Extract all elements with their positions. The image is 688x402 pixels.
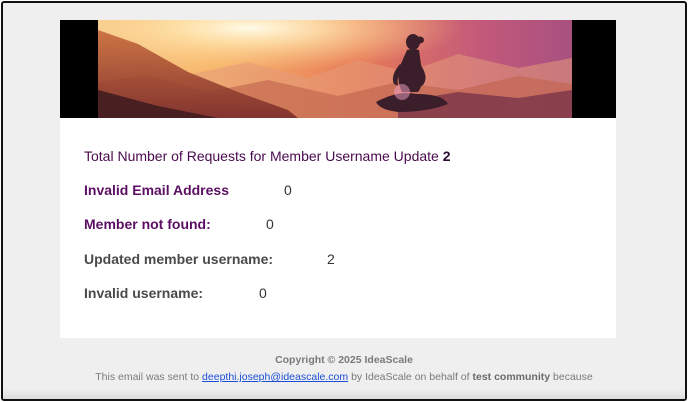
footer-sent-suffix: because (553, 371, 593, 383)
total-requests-label: Total Number of Requests for Member User… (84, 148, 439, 164)
stat-value: 0 (266, 216, 274, 232)
footer-sent-middle: by IdeaScale on behalf of (351, 371, 470, 383)
stat-label: Updated member username: (84, 251, 274, 267)
footer-sent-notice: This email was sent to deepthi.joseph@id… (3, 371, 685, 383)
stat-label: Invalid username: (84, 285, 204, 301)
recipient-email-link[interactable]: deepthi.joseph@ideascale.com (202, 371, 348, 383)
stat-row-invalid-username: Invalid username: 0 (84, 285, 267, 301)
stat-row-invalid-email: Invalid Email Address 0 (84, 182, 292, 198)
meditation-sunset-image (98, 20, 572, 118)
footer-sent-prefix: This email was sent to (95, 371, 200, 383)
stat-row-updated-username: Updated member username: 2 (84, 251, 335, 267)
stat-value: 2 (327, 251, 335, 267)
stat-label: Member not found: (84, 216, 211, 232)
bottom-shadow (3, 389, 685, 399)
stat-row-member-not-found: Member not found: 0 (84, 216, 274, 232)
footer-copyright: Copyright © 2025 IdeaScale (275, 354, 413, 366)
hero-banner (60, 20, 616, 118)
stat-label: Invalid Email Address (84, 182, 229, 198)
total-requests-value: 2 (442, 148, 451, 164)
stat-value: 0 (259, 285, 267, 301)
email-card: Total Number of Requests for Member User… (60, 20, 616, 338)
footer-community-name: test community (472, 371, 551, 383)
total-requests-line: Total Number of Requests for Member User… (84, 148, 451, 164)
email-window: Total Number of Requests for Member User… (1, 1, 687, 401)
stat-value: 0 (284, 182, 292, 198)
